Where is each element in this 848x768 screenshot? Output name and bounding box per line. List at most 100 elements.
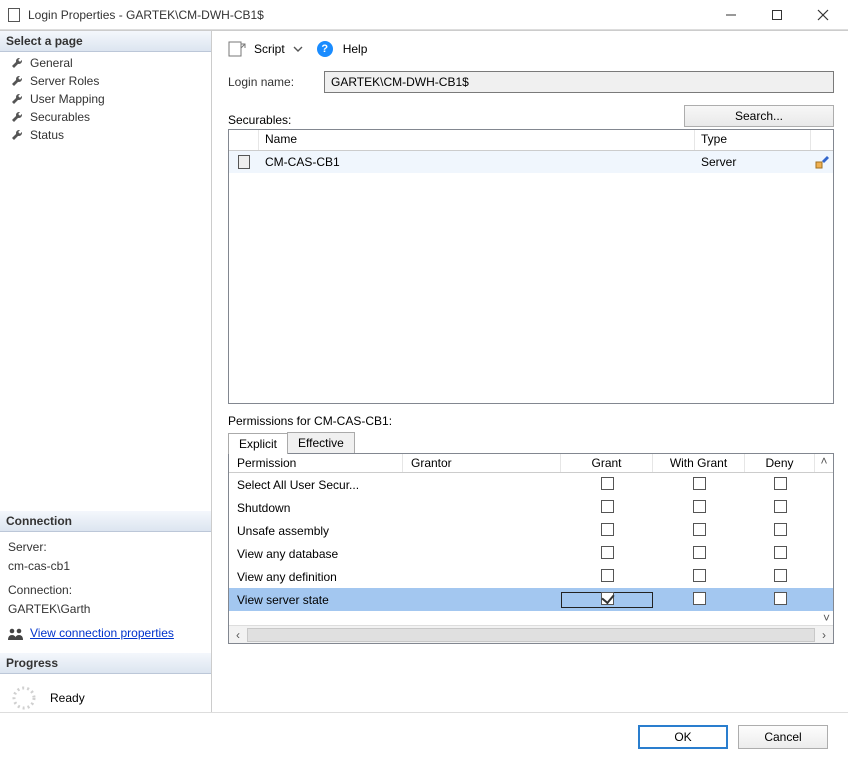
securables-label: Securables: (228, 113, 291, 127)
connection-header: Connection (0, 511, 211, 532)
help-button[interactable]: Help (343, 42, 368, 56)
cell-permission: Shutdown (229, 501, 403, 515)
help-icon[interactable]: ? (317, 41, 333, 57)
ok-button[interactable]: OK (638, 725, 728, 749)
page-list: General Server Roles User Mapping Securable… (0, 52, 211, 146)
people-icon (8, 627, 24, 641)
server-label: Server: (8, 538, 203, 557)
col-type[interactable]: Type (695, 130, 811, 150)
scroll-up-icon[interactable]: ˄ (815, 454, 833, 472)
sidebar: Select a page GeneralServer RolesUser Ma… (0, 31, 212, 712)
dialog-footer: OK Cancel (0, 712, 848, 761)
checkbox[interactable] (601, 546, 614, 559)
cell-permission: Select All User Secur... (229, 478, 403, 492)
window-title: Login Properties - GARTEK\CM-DWH-CB1$ (28, 8, 708, 22)
table-row[interactable]: CM-CAS-CB1Server (229, 151, 833, 173)
connection-label: Connection: (8, 581, 203, 600)
table-row[interactable]: View any definition (229, 565, 833, 588)
connection-block: Server: cm-cas-cb1 Connection: GARTEK\Ga… (0, 532, 211, 653)
checkbox[interactable] (774, 569, 787, 582)
checkbox[interactable] (693, 592, 706, 605)
permission-tabs: Explicit Effective (228, 432, 834, 453)
server-value: cm-cas-cb1 (8, 557, 203, 576)
table-row[interactable]: View server state (229, 588, 833, 611)
cell-permission: Unsafe assembly (229, 524, 403, 538)
content-toolbar: Script ? Help (228, 41, 834, 57)
tab-effective[interactable]: Effective (287, 432, 355, 453)
progress-ring-icon (10, 684, 38, 712)
cell-name: CM-CAS-CB1 (259, 155, 695, 169)
login-name-input[interactable] (324, 71, 834, 93)
checkbox[interactable] (601, 523, 614, 536)
checkbox[interactable] (774, 546, 787, 559)
sidebar-item-label: Server Roles (30, 74, 99, 88)
maximize-button[interactable] (754, 0, 800, 30)
login-name-label: Login name: (228, 75, 306, 89)
scroll-left-icon[interactable]: ‹ (229, 628, 247, 642)
sidebar-item-label: Securables (30, 110, 90, 124)
view-connection-link[interactable]: View connection properties (30, 624, 174, 643)
scroll-right-icon[interactable]: › (815, 628, 833, 642)
edit-icon[interactable] (815, 155, 829, 169)
col-with-grant[interactable]: With Grant (653, 454, 745, 472)
search-button[interactable]: Search... (684, 105, 834, 127)
col-name[interactable]: Name (259, 130, 695, 150)
checkbox[interactable] (693, 500, 706, 513)
cell-permission: View server state (229, 593, 403, 607)
checkbox[interactable] (601, 569, 614, 582)
checkbox[interactable] (693, 546, 706, 559)
col-grant[interactable]: Grant (561, 454, 653, 472)
sidebar-item-label: User Mapping (30, 92, 105, 106)
titlebar: Login Properties - GARTEK\CM-DWH-CB1$ (0, 0, 848, 30)
table-row[interactable]: Unsafe assembly (229, 519, 833, 542)
chevron-down-icon[interactable] (293, 44, 303, 54)
checkbox[interactable] (693, 569, 706, 582)
wrench-icon (10, 56, 24, 70)
close-button[interactable] (800, 0, 846, 30)
checkbox[interactable] (601, 477, 614, 490)
cell-permission: View any definition (229, 570, 403, 584)
table-row[interactable]: View any database (229, 542, 833, 565)
sidebar-item-user-mapping[interactable]: User Mapping (0, 90, 211, 108)
wrench-icon (10, 92, 24, 106)
permissions-label: Permissions for CM-CAS-CB1: (228, 414, 834, 428)
progress-header: Progress (0, 653, 211, 674)
securables-grid: Name Type CM-CAS-CB1Server (228, 129, 834, 404)
table-row[interactable]: Select All User Secur... (229, 473, 833, 496)
checkbox[interactable] (774, 592, 787, 605)
table-row[interactable]: Shutdown (229, 496, 833, 519)
cell-type: Server (695, 155, 811, 169)
col-permission[interactable]: Permission (229, 454, 403, 472)
server-icon (238, 155, 250, 169)
sidebar-item-server-roles[interactable]: Server Roles (0, 72, 211, 90)
horizontal-scrollbar[interactable]: ‹ › (229, 625, 833, 643)
sidebar-item-label: General (30, 56, 73, 70)
cell-permission: View any database (229, 547, 403, 561)
checkbox[interactable] (693, 477, 706, 490)
permissions-grid: Permission Grantor Grant With Grant Deny… (228, 453, 834, 644)
wrench-icon (10, 110, 24, 124)
connection-value: GARTEK\Garth (8, 600, 203, 619)
sidebar-item-label: Status (30, 128, 64, 142)
tab-explicit[interactable]: Explicit (228, 433, 288, 454)
cancel-button[interactable]: Cancel (738, 725, 828, 749)
script-button[interactable]: Script (254, 42, 285, 56)
checkbox[interactable] (601, 592, 614, 605)
sidebar-item-status[interactable]: Status (0, 126, 211, 144)
checkbox[interactable] (774, 523, 787, 536)
sidebar-item-general[interactable]: General (0, 54, 211, 72)
minimize-button[interactable] (708, 0, 754, 30)
script-icon (228, 41, 246, 57)
col-deny[interactable]: Deny (745, 454, 815, 472)
checkbox[interactable] (774, 477, 787, 490)
checkbox[interactable] (693, 523, 706, 536)
wrench-icon (10, 74, 24, 88)
col-grantor[interactable]: Grantor (403, 454, 561, 472)
wrench-icon (10, 128, 24, 142)
checkbox[interactable] (601, 500, 614, 513)
progress-block: Ready (0, 674, 211, 712)
checkbox[interactable] (774, 500, 787, 513)
sidebar-item-securables[interactable]: Securables (0, 108, 211, 126)
content: Script ? Help Login name: Securables: Se… (212, 31, 848, 712)
scroll-down-icon[interactable]: ˅ (229, 611, 833, 625)
